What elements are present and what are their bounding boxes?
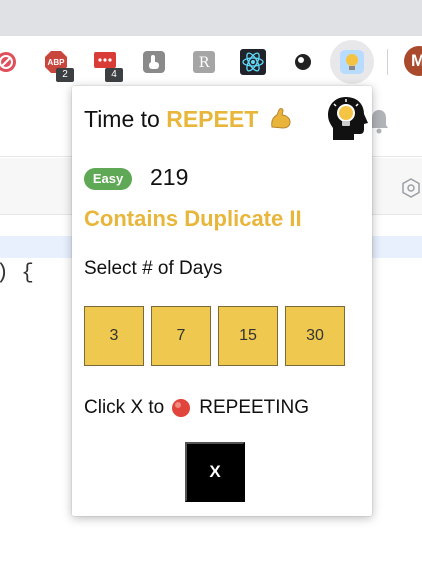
extension-react-devtools[interactable]	[239, 48, 267, 76]
popup-title: Time to REPEET	[84, 104, 293, 134]
day-option-button[interactable]: 30	[285, 306, 345, 366]
difficulty-badge: Easy	[84, 168, 132, 190]
red-circle-icon	[172, 399, 191, 417]
stop-repeeting-button[interactable]: X	[185, 442, 245, 502]
days-label: Select # of Days	[84, 258, 223, 279]
day-option-button[interactable]: 3	[84, 306, 144, 366]
extension-abp[interactable]: ABP 2	[42, 48, 74, 82]
stop-prefix: Click X to	[84, 397, 165, 418]
toolbar-divider	[387, 49, 388, 75]
repeet-popup: Time to REPEET Easy 219 Contains Duplica…	[72, 86, 372, 516]
problem-title: Contains Duplicate II	[84, 206, 302, 231]
extension-grey-r[interactable]: R	[190, 48, 218, 76]
lightbulb-icon	[340, 50, 364, 74]
svg-text:ABP: ABP	[48, 58, 66, 67]
extension-grey-hand[interactable]	[140, 48, 168, 76]
extension-badge-count: 2	[56, 68, 74, 82]
profile-avatar[interactable]: M	[404, 46, 422, 76]
hexagon-settings-icon[interactable]	[401, 178, 421, 198]
popup-header: Time to REPEET	[84, 97, 368, 140]
extension-badge-count: 4	[105, 68, 123, 82]
day-options: 3 7 15 30	[84, 306, 348, 368]
stop-sign-icon	[0, 52, 16, 72]
browser-toolbar: ABP 2 4 R M	[0, 36, 422, 88]
letter-icon: R	[193, 51, 215, 73]
code-fragment: ) {	[0, 262, 34, 285]
extension-repeet[interactable]	[338, 48, 366, 76]
extension-eight-ball[interactable]	[289, 48, 317, 76]
react-icon	[240, 49, 266, 75]
eight-ball-icon	[295, 54, 311, 70]
day-option-button[interactable]: 15	[218, 306, 278, 366]
head-lightbulb-icon	[328, 97, 368, 140]
brand-name: REPEET	[166, 106, 259, 132]
flexed-biceps-icon	[270, 108, 291, 129]
browser-tab-strip	[0, 0, 422, 36]
extension-blocker[interactable]	[0, 48, 20, 76]
stop-instruction: Click X to REPEETING	[84, 395, 309, 421]
extension-chat[interactable]: 4	[91, 48, 123, 82]
hand-icon	[143, 51, 165, 73]
svg-text:R: R	[199, 55, 210, 71]
problem-number: 219	[150, 164, 189, 190]
day-option-button[interactable]: 7	[151, 306, 211, 366]
stop-suffix: REPEETING	[199, 397, 310, 418]
title-prefix: Time to	[84, 106, 160, 132]
